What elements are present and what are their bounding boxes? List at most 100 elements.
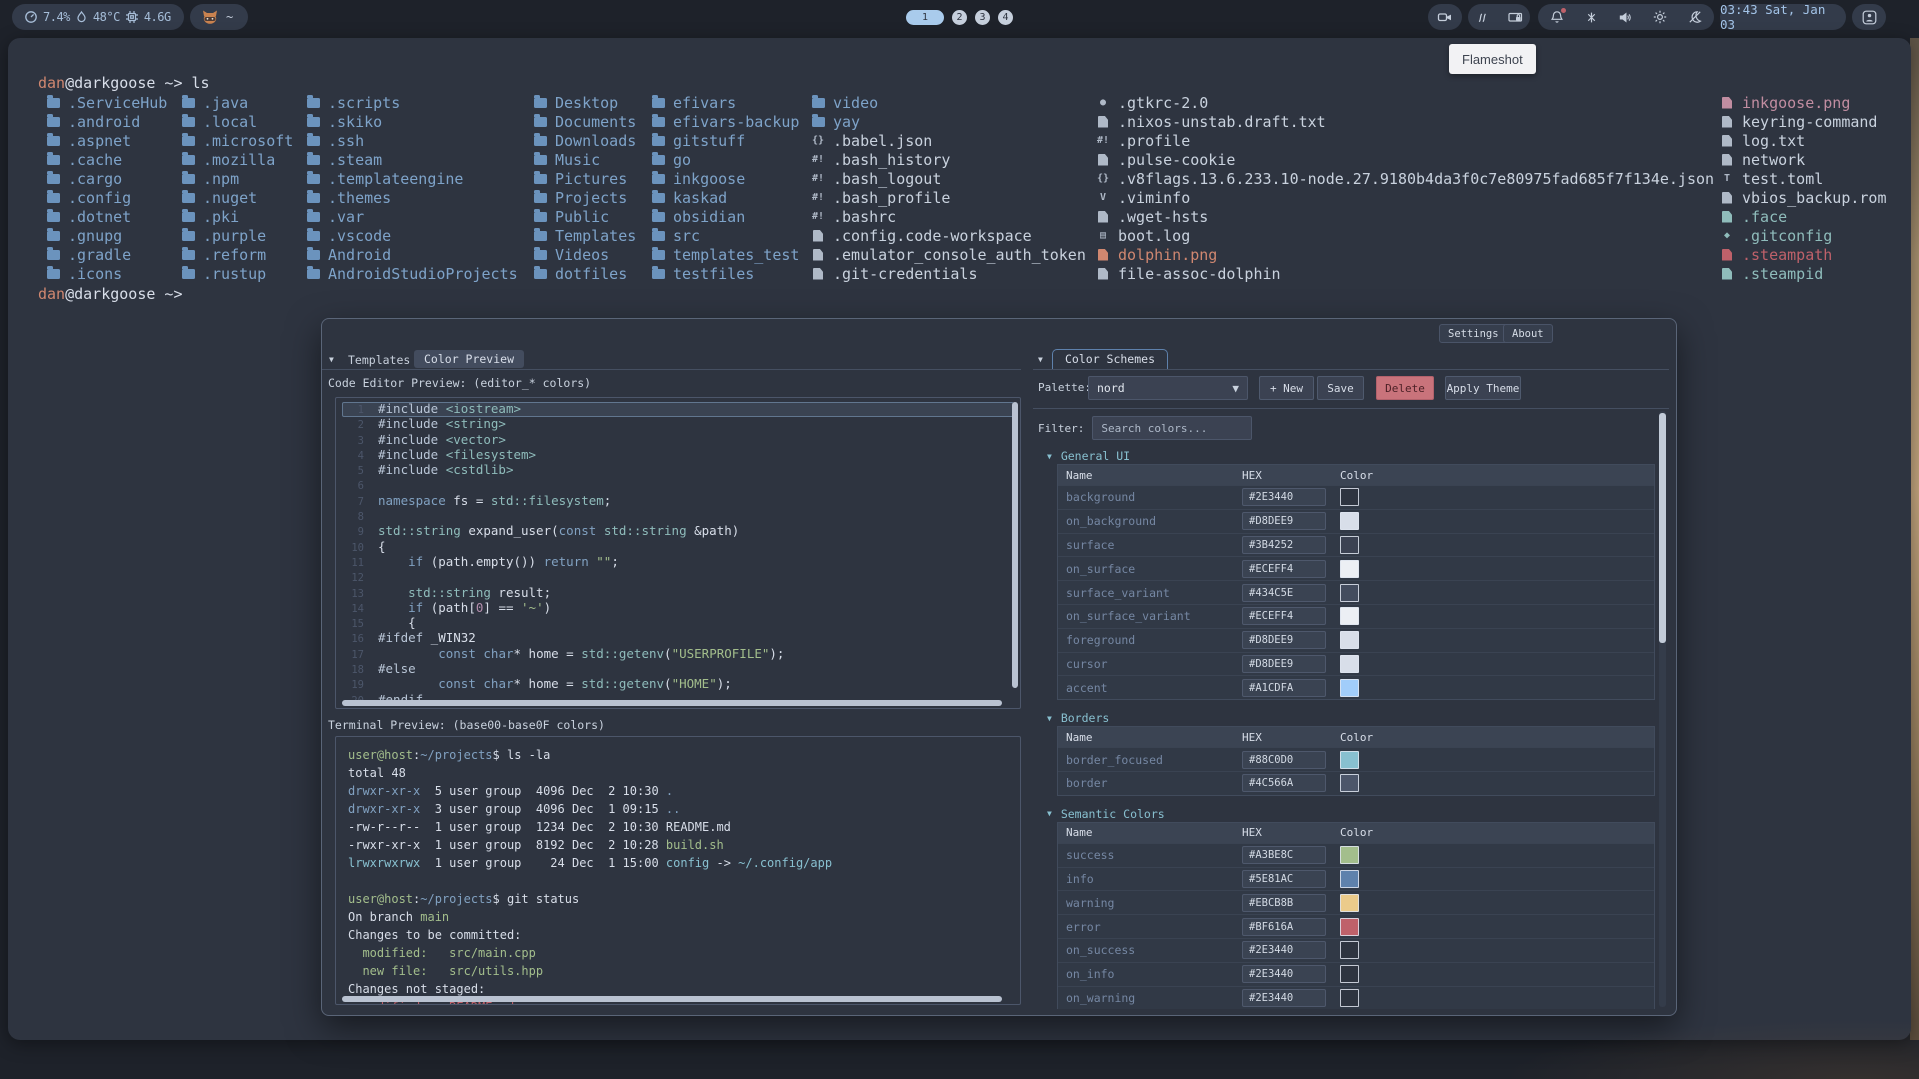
color-swatch[interactable] [1340,846,1359,864]
about-button[interactable]: About [1503,324,1553,343]
code-line: 5#include <cstdlib> [342,463,1014,478]
color-swatch[interactable] [1340,607,1359,625]
section-title[interactable]: ▼Borders [1033,710,1669,726]
color-swatch[interactable] [1340,631,1359,649]
color-row: surface_variant#434C5E [1058,580,1654,604]
color-swatch[interactable] [1340,560,1359,578]
hex-value-field[interactable]: #A3BE8C [1242,846,1326,864]
clock[interactable]: 03:43 Sat, Jan 03 [1720,4,1846,30]
folder-icon [533,155,547,165]
panel-scrollbar-thumb[interactable] [1659,413,1666,643]
palette-select[interactable]: nord ▼ [1088,376,1248,400]
color-hex-cell: #5E81AC [1234,870,1332,888]
tab-color-schemes[interactable]: Color Schemes [1052,349,1168,370]
screen-lock-icon[interactable] [1508,11,1523,24]
color-swatch[interactable] [1340,774,1359,792]
power-button[interactable] [1852,4,1886,30]
collapse-arrow-icon[interactable]: ▼ [329,355,334,364]
delete-button[interactable]: Delete [1376,376,1434,400]
code-line: 9std::string expand_user(const std::stri… [342,524,1014,539]
notifications-bell-icon[interactable] [1550,10,1564,24]
hex-value-field[interactable]: #D8DEE9 [1242,631,1326,649]
color-swatch[interactable] [1340,870,1359,888]
workspace-2[interactable]: 2 [952,10,967,25]
ls-item-label: .scripts [328,94,400,112]
hex-value-field[interactable]: #3B4252 [1242,536,1326,554]
collapse-arrow-icon[interactable]: ▼ [1038,355,1043,364]
waves-icon[interactable] [1475,11,1488,24]
ls-item: .reform [181,245,293,264]
folder-icon [306,250,320,260]
folder-icon [533,231,547,241]
hex-value-field[interactable]: #D8DEE9 [1242,512,1326,530]
settings-button[interactable]: Settings [1439,324,1508,343]
hex-value-field[interactable]: #2E3440 [1242,965,1326,983]
hex-value-field[interactable]: #4C566A [1242,774,1326,792]
color-name: foreground [1058,633,1234,647]
tab-color-preview[interactable]: Color Preview [414,350,524,368]
line-number: 19 [342,678,364,692]
color-row: background#2E3440 [1058,485,1654,509]
color-swatch[interactable] [1340,655,1359,673]
code-line: 3#include <vector> [342,433,1014,448]
hex-value-field[interactable]: #A1CDFA [1242,679,1326,697]
ls-item-label: .skiko [328,113,382,131]
workspace-1[interactable]: 1 [906,10,944,25]
hex-value-field[interactable]: #D8DEE9 [1242,655,1326,673]
ls-item: .var [306,207,518,226]
ls-item: .rustup [181,264,293,283]
color-swatch[interactable] [1340,941,1359,959]
folder-icon [46,98,60,108]
collapse-arrow-icon[interactable]: ▼ [1047,452,1052,461]
night-light-off-icon[interactable] [1688,10,1702,24]
terminal-hscrollbar[interactable] [342,996,1002,1002]
color-swatch[interactable] [1340,918,1359,936]
hex-value-field[interactable]: #2E3440 [1242,941,1326,959]
folder-icon [306,98,320,108]
workspace-3[interactable]: 3 [975,10,990,25]
ls-item-label: keyring-command [1742,113,1877,131]
color-swatch[interactable] [1340,989,1359,1007]
collapse-arrow-icon[interactable]: ▼ [1047,714,1052,723]
hex-value-field[interactable]: #EBCB8B [1242,894,1326,912]
brightness-sun-icon[interactable] [1653,10,1667,24]
screen-record-button[interactable] [1428,4,1462,30]
apply-theme-button[interactable]: Apply Theme [1445,376,1521,400]
section-title[interactable]: ▼General UI [1033,448,1669,464]
hex-value-field[interactable]: #ECEFF4 [1242,560,1326,578]
memory-usage: 4.6G [144,10,171,24]
hex-value-field[interactable]: #ECEFF4 [1242,607,1326,625]
folder-icon [651,193,665,203]
editor-vscrollbar[interactable] [1012,402,1018,688]
save-button[interactable]: Save [1317,376,1364,400]
hex-value-field[interactable]: #434C5E [1242,584,1326,602]
hex-value-field[interactable]: #BF616A [1242,918,1326,936]
color-swatch[interactable] [1340,488,1359,506]
color-name: accent [1058,681,1234,695]
prompt-symbol: ~> [155,74,191,92]
color-swatch[interactable] [1340,584,1359,602]
search-colors-input[interactable] [1092,416,1252,440]
color-swatch[interactable] [1340,679,1359,697]
color-swatch[interactable] [1340,751,1359,769]
color-swatch[interactable] [1340,536,1359,554]
tab-templates[interactable]: Templates [348,353,410,367]
color-hex-cell: #2E3440 [1234,965,1332,983]
airplane-off-icon[interactable] [1585,11,1598,24]
hex-value-field[interactable]: #5E81AC [1242,870,1326,888]
hex-value-field[interactable]: #2E3440 [1242,989,1326,1007]
section-title[interactable]: ▼Semantic Colors [1033,806,1669,822]
hex-value-field[interactable]: #88C0D0 [1242,751,1326,769]
launcher[interactable]: ~ [190,4,248,30]
volume-icon[interactable] [1618,11,1632,24]
hex-value-field[interactable]: #2E3440 [1242,488,1326,506]
new-palette-button[interactable]: + New [1259,376,1314,400]
color-swatch[interactable] [1340,894,1359,912]
editor-hscrollbar[interactable] [342,700,1002,706]
color-name: border [1058,776,1234,790]
color-swatch[interactable] [1340,512,1359,530]
collapse-arrow-icon[interactable]: ▼ [1047,809,1052,818]
file-icon [811,268,825,280]
color-swatch[interactable] [1340,965,1359,983]
workspace-4[interactable]: 4 [998,10,1013,25]
